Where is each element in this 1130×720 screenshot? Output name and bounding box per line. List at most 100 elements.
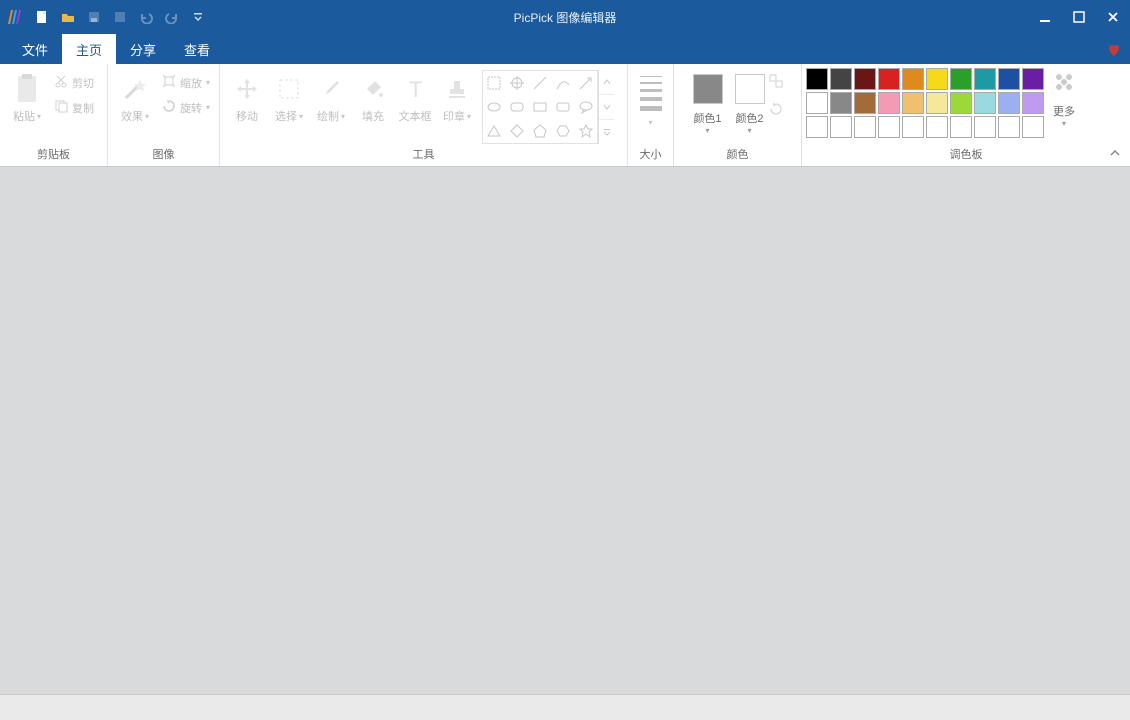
palette-swatch[interactable]: [998, 68, 1020, 90]
palette-swatch[interactable]: [998, 92, 1020, 114]
swap-colors-icon[interactable]: [769, 74, 783, 88]
palette-swatch[interactable]: [950, 68, 972, 90]
palette-swatch[interactable]: [878, 68, 900, 90]
menu-view[interactable]: 查看: [170, 34, 224, 64]
palette-swatch[interactable]: [974, 68, 996, 90]
paste-button[interactable]: 粘贴 ▾: [6, 68, 48, 124]
select-icon: [277, 72, 301, 106]
rotate-button[interactable]: 旋转 ▾: [160, 97, 212, 118]
open-folder-icon[interactable]: [56, 5, 80, 29]
shape-freeselect-icon[interactable]: [483, 71, 506, 95]
copy-button[interactable]: 复制: [52, 97, 96, 118]
bucket-icon: [361, 72, 385, 106]
shape-ellipse-icon[interactable]: [483, 95, 506, 119]
palette-swatch[interactable]: [902, 68, 924, 90]
more-colors-icon: [1052, 70, 1076, 99]
qat-customize-icon[interactable]: [186, 5, 210, 29]
size-button[interactable]: ▾: [636, 68, 666, 127]
maximize-button[interactable]: [1062, 0, 1096, 34]
shape-line-icon[interactable]: [529, 71, 552, 95]
draw-button[interactable]: 绘制 ▾: [310, 68, 352, 124]
shape-target-icon[interactable]: [506, 71, 529, 95]
svg-text:T: T: [409, 77, 422, 101]
menu-bar: 文件 主页 分享 查看: [0, 34, 1130, 64]
color1-button[interactable]: 颜色1 ▾: [693, 74, 723, 135]
palette-swatch[interactable]: [878, 92, 900, 114]
canvas-area[interactable]: [0, 167, 1130, 694]
palette-swatch-empty[interactable]: [974, 116, 996, 138]
palette-swatch[interactable]: [1022, 92, 1044, 114]
stamp-button[interactable]: 印章 ▾: [436, 68, 478, 124]
palette-swatch-empty[interactable]: [950, 116, 972, 138]
palette-swatch-empty[interactable]: [902, 116, 924, 138]
close-button[interactable]: [1096, 0, 1130, 34]
menu-share[interactable]: 分享: [116, 34, 170, 64]
shapes-scroll-up[interactable]: [599, 70, 614, 95]
palette-swatch[interactable]: [926, 92, 948, 114]
group-label-colors: 颜色: [674, 144, 801, 166]
palette-swatch[interactable]: [902, 92, 924, 114]
brush-icon: [319, 72, 343, 106]
palette-swatch[interactable]: [926, 68, 948, 90]
menu-home[interactable]: 主页: [62, 34, 116, 64]
palette-swatch-empty[interactable]: [806, 116, 828, 138]
fill-button[interactable]: 填充: [352, 68, 394, 124]
shape-rect-icon[interactable]: [529, 95, 552, 119]
palette-swatch[interactable]: [854, 92, 876, 114]
shapes-scroll-down[interactable]: [599, 95, 614, 120]
shapes-expand[interactable]: [599, 120, 614, 144]
redo-icon[interactable]: [160, 5, 184, 29]
shape-callout-icon[interactable]: [574, 95, 597, 119]
palette-swatch[interactable]: [974, 92, 996, 114]
palette-swatch-empty[interactable]: [998, 116, 1020, 138]
save-icon[interactable]: [82, 5, 106, 29]
shape-arrow-icon[interactable]: [574, 71, 597, 95]
new-file-icon[interactable]: [30, 5, 54, 29]
ribbon-collapse-button[interactable]: [1106, 144, 1124, 162]
effects-button[interactable]: 效果 ▾: [114, 68, 156, 124]
select-button[interactable]: 选择 ▾: [268, 68, 310, 124]
palette-swatch-empty[interactable]: [878, 116, 900, 138]
move-button[interactable]: 移动: [226, 68, 268, 124]
palette-swatch[interactable]: [830, 92, 852, 114]
rotate-icon: [162, 99, 176, 116]
palette-swatch[interactable]: [854, 68, 876, 90]
cut-button[interactable]: 剪切: [52, 72, 96, 93]
text-button[interactable]: T 文本框: [394, 68, 436, 124]
palette-swatch[interactable]: [806, 92, 828, 114]
minimize-button[interactable]: [1028, 0, 1062, 34]
undo-icon[interactable]: [134, 5, 158, 29]
shape-roundrect2-icon[interactable]: [551, 95, 574, 119]
palette-swatch[interactable]: [1022, 68, 1044, 90]
color1-swatch: [693, 74, 723, 104]
menu-file[interactable]: 文件: [8, 34, 62, 64]
color-palette: [802, 64, 1048, 138]
shape-curve-icon[interactable]: [551, 71, 574, 95]
text-icon: T: [403, 72, 427, 106]
color2-swatch: [735, 74, 765, 104]
palette-swatch-empty[interactable]: [926, 116, 948, 138]
palette-swatch[interactable]: [806, 68, 828, 90]
palette-swatch[interactable]: [950, 92, 972, 114]
shape-pentagon-icon[interactable]: [529, 119, 552, 143]
palette-swatch-empty[interactable]: [830, 116, 852, 138]
reset-colors-icon[interactable]: [769, 102, 783, 116]
palette-swatch-empty[interactable]: [1022, 116, 1044, 138]
palette-swatch-empty[interactable]: [854, 116, 876, 138]
shapes-gallery[interactable]: [482, 70, 598, 144]
palette-swatch[interactable]: [830, 68, 852, 90]
zoom-button[interactable]: 缩放 ▾: [160, 72, 212, 93]
wand-icon: [122, 72, 148, 106]
shape-roundrect-icon[interactable]: [506, 95, 529, 119]
ribbon: 粘贴 ▾ 剪切 复制 剪贴板 效果 ▾ 缩放 ▾ 旋转 ▾ 图像: [0, 64, 1130, 167]
color2-button[interactable]: 颜色2 ▾: [735, 74, 765, 135]
more-colors-button[interactable]: 更多 ▾: [1048, 64, 1084, 128]
heart-icon[interactable]: [1104, 40, 1124, 60]
resize-icon: [162, 74, 176, 91]
shape-triangle-icon[interactable]: [483, 119, 506, 143]
save-as-icon[interactable]: [108, 5, 132, 29]
shape-star-icon[interactable]: [574, 119, 597, 143]
status-bar: [0, 694, 1130, 720]
shape-diamond-icon[interactable]: [506, 119, 529, 143]
shape-hexagon-icon[interactable]: [551, 119, 574, 143]
